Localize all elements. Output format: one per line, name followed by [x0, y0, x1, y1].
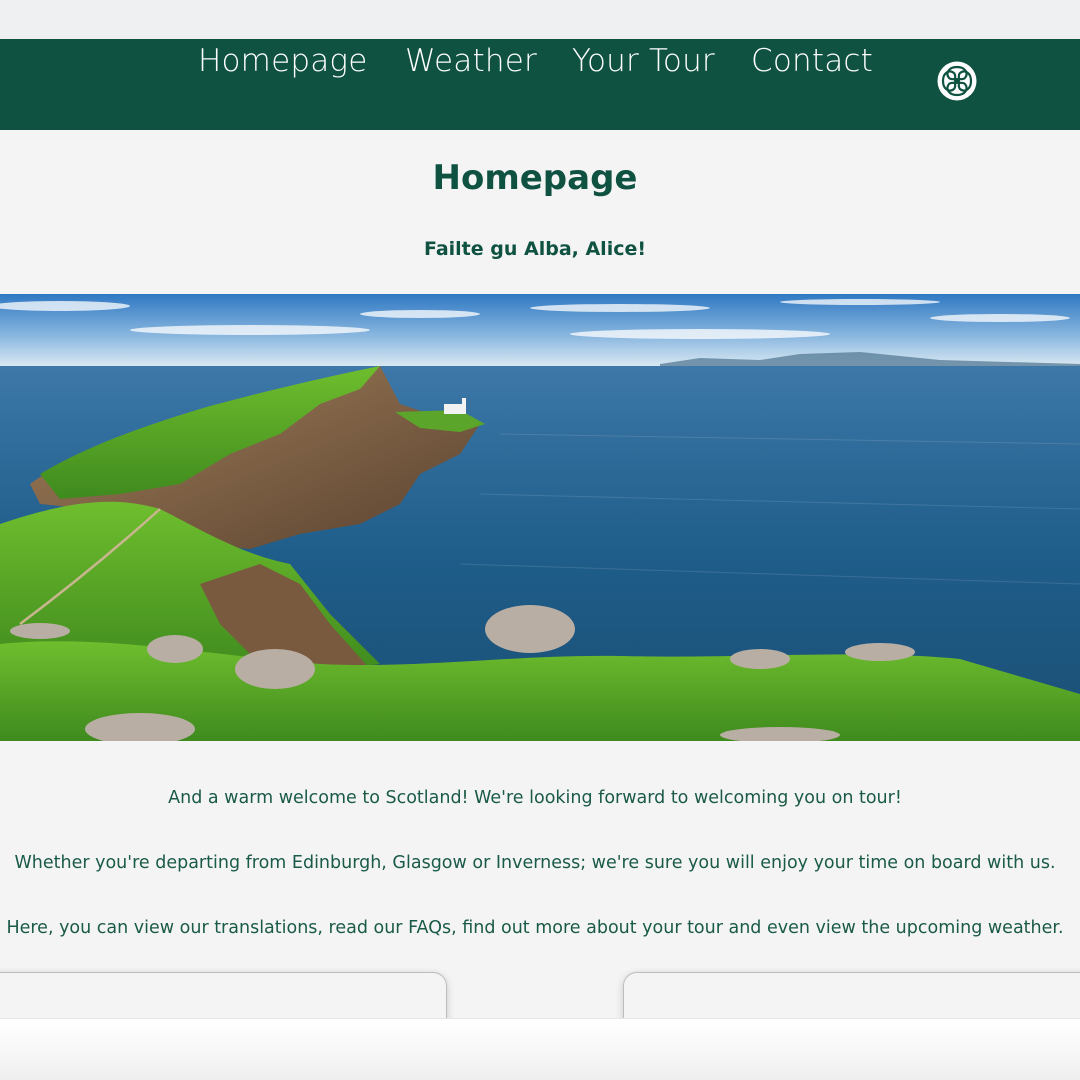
nav-weather-link[interactable]: Weather	[405, 43, 537, 79]
top-navigation	[0, 39, 1080, 130]
app-frame: Homepage Weather Your Tour Contact Homep…	[0, 0, 1080, 1080]
welcome-paragraph: And a warm welcome to Scotland! We're lo…	[168, 788, 902, 808]
celtic-knot-icon[interactable]	[936, 60, 978, 102]
nav-contact-link[interactable]: Contact	[751, 43, 873, 79]
departure-paragraph: Whether you're departing from Edinburgh,…	[14, 853, 1056, 873]
greeting-text: Failte gu Alba, Alice!	[423, 238, 647, 260]
browser-top-strip	[0, 0, 1080, 39]
bottom-bar	[0, 1018, 1080, 1080]
nav-your-tour-link[interactable]: Your Tour	[572, 43, 715, 79]
nav-homepage-link[interactable]: Homepage	[198, 43, 368, 79]
info-paragraph: Here, you can view our translations, rea…	[6, 918, 1064, 938]
hero-image	[0, 294, 1080, 741]
page-title: Homepage	[432, 158, 638, 198]
